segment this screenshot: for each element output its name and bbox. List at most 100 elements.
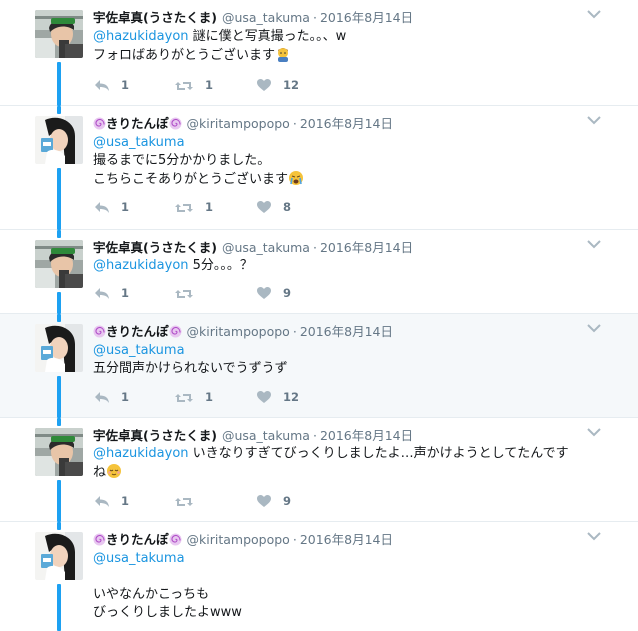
retweet-icon[interactable] bbox=[174, 77, 194, 93]
chevron-down-icon[interactable] bbox=[586, 530, 602, 542]
swirl-icon bbox=[168, 117, 182, 130]
thread-connector-line bbox=[57, 522, 61, 530]
user-handle[interactable]: @kiritampopopo bbox=[187, 116, 290, 131]
tweet[interactable]: きりたんぽ @kiritampopopo · 2016年8月14日 @usa_taku… bbox=[0, 106, 638, 230]
tweet-date[interactable]: 2016年8月14日 bbox=[300, 532, 393, 547]
reply-count: 1 bbox=[121, 286, 130, 300]
tweet-text: @hazukidayon いきなりすぎてびっくりしましたよ…声かけようとしてたん… bbox=[93, 445, 613, 482]
user-name[interactable]: きりたんぽ bbox=[106, 532, 169, 547]
tweet-date[interactable]: 2016年8月14日 bbox=[320, 428, 413, 443]
thread-connector-line bbox=[57, 480, 61, 522]
avatar[interactable] bbox=[35, 428, 83, 476]
like-button[interactable]: 12 bbox=[256, 389, 299, 405]
avatar[interactable] bbox=[35, 532, 83, 580]
mention-link[interactable]: @usa_takuma bbox=[93, 551, 185, 566]
user-handle[interactable]: @usa_takuma bbox=[222, 10, 310, 25]
separator-dot: · bbox=[292, 324, 297, 339]
tweet[interactable]: 宇佐卓真(うさたくま) @usa_takuma · 2016年8月14日 @hazuk… bbox=[0, 230, 638, 314]
swirl-icon bbox=[168, 325, 182, 338]
mention-link[interactable]: @hazukidayon bbox=[93, 446, 189, 461]
avatar[interactable] bbox=[35, 324, 83, 372]
reply-icon[interactable] bbox=[93, 199, 110, 215]
chevron-down-icon[interactable] bbox=[586, 322, 602, 334]
reply-icon[interactable] bbox=[93, 389, 110, 405]
user-handle[interactable]: @usa_takuma bbox=[222, 240, 310, 255]
heart-icon[interactable] bbox=[256, 493, 272, 509]
mention-link[interactable]: @usa_takuma bbox=[93, 135, 185, 150]
user-name[interactable]: きりたんぽ bbox=[106, 324, 169, 339]
chevron-down-icon[interactable] bbox=[586, 114, 602, 126]
user-handle[interactable]: @kiritampopopo bbox=[187, 324, 290, 339]
tweet-date[interactable]: 2016年8月14日 bbox=[300, 324, 393, 339]
retweet-icon[interactable] bbox=[174, 199, 194, 215]
reply-button[interactable]: 1 bbox=[93, 285, 129, 301]
tweet-header: きりたんぽ @kiritampopopo · 2016年8月14日 bbox=[93, 531, 393, 548]
tweet-text-segment: いきなりすぎてびっくりしましたよ…声かけようとしてたんです bbox=[188, 446, 569, 461]
tweet-text-segment: 5分。。。？ bbox=[188, 258, 253, 273]
retweet-button[interactable]: 1 bbox=[174, 199, 213, 215]
reply-button[interactable]: 1 bbox=[93, 77, 129, 93]
reply-icon[interactable] bbox=[93, 285, 110, 301]
heart-icon[interactable] bbox=[256, 389, 272, 405]
tweet-date[interactable]: 2016年8月14日 bbox=[320, 240, 413, 255]
user-handle[interactable]: @kiritampopopo bbox=[187, 532, 290, 547]
tweet-text-line: 五分間声かけられないでうずうず bbox=[93, 361, 288, 376]
avatar[interactable] bbox=[35, 240, 83, 288]
like-button[interactable]: 12 bbox=[256, 77, 299, 93]
thread-connector-line bbox=[57, 418, 61, 426]
retweet-icon[interactable] bbox=[174, 285, 194, 301]
retweet-button[interactable] bbox=[174, 285, 205, 301]
tweet[interactable]: 宇佐卓真(うさたくま) @usa_takuma · 2016年8月14日 @hazuk… bbox=[0, 0, 638, 106]
heart-icon[interactable] bbox=[256, 285, 272, 301]
mention-link[interactable]: @hazukidayon bbox=[93, 29, 189, 44]
user-name[interactable]: 宇佐卓真(うさたくま) bbox=[93, 428, 217, 443]
reply-button[interactable]: 1 bbox=[93, 199, 129, 215]
retweet-icon[interactable] bbox=[174, 389, 194, 405]
tweet-text: @hazukidayon 5分。。。？ bbox=[93, 257, 613, 275]
user-name[interactable]: 宇佐卓真(うさたくま) bbox=[93, 240, 217, 255]
tweet[interactable]: きりたんぽ @kiritampopopo · 2016年8月14日 @usa_taku… bbox=[0, 522, 638, 631]
heart-icon[interactable] bbox=[256, 77, 272, 93]
chevron-down-icon[interactable] bbox=[586, 426, 602, 438]
tweet-date[interactable]: 2016年8月14日 bbox=[300, 116, 393, 131]
tweet-header: 宇佐卓真(うさたくま) @usa_takuma · 2016年8月14日 bbox=[93, 427, 413, 444]
conversation-thread: 宇佐卓真(うさたくま) @usa_takuma · 2016年8月14日 @hazuk… bbox=[0, 0, 638, 631]
retweet-button[interactable] bbox=[174, 493, 205, 509]
tweet-text-segment: 謎に僕と写真撮った。。、w bbox=[188, 29, 347, 44]
tweet-header: 宇佐卓真(うさたくま) @usa_takuma · 2016年8月14日 bbox=[93, 9, 413, 26]
tweet[interactable]: 宇佐卓真(うさたくま) @usa_takuma · 2016年8月14日 @hazuk… bbox=[0, 418, 638, 522]
tweet-header: きりたんぽ @kiritampopopo · 2016年8月14日 bbox=[93, 323, 393, 340]
reply-button[interactable]: 1 bbox=[93, 389, 129, 405]
relieved-face-emoji bbox=[106, 463, 122, 479]
user-handle[interactable]: @usa_takuma bbox=[222, 428, 310, 443]
reply-count: 1 bbox=[121, 390, 130, 404]
mention-link[interactable]: @usa_takuma bbox=[93, 343, 185, 358]
user-name[interactable]: 宇佐卓真(うさたくま) bbox=[93, 10, 217, 25]
avatar[interactable] bbox=[35, 10, 83, 58]
tweet-text: @usa_takuma いやなんかこっちも びっくりしましたよwww bbox=[93, 550, 613, 622]
like-button[interactable]: 8 bbox=[256, 199, 291, 215]
reply-icon[interactable] bbox=[93, 493, 110, 509]
retweet-button[interactable]: 1 bbox=[174, 77, 213, 93]
tweet[interactable]: きりたんぽ @kiritampopopo · 2016年8月14日 @usa_taku… bbox=[0, 314, 638, 418]
mention-link[interactable]: @hazukidayon bbox=[93, 258, 189, 273]
retweet-button[interactable]: 1 bbox=[174, 389, 213, 405]
reply-icon[interactable] bbox=[93, 77, 110, 93]
separator-dot: · bbox=[312, 240, 317, 255]
like-button[interactable]: 9 bbox=[256, 493, 291, 509]
thread-connector-line bbox=[57, 292, 61, 314]
like-count: 9 bbox=[283, 286, 292, 300]
swirl-icon bbox=[168, 533, 182, 546]
user-name[interactable]: きりたんぽ bbox=[106, 116, 169, 131]
reply-button[interactable]: 1 bbox=[93, 493, 129, 509]
tweet-date[interactable]: 2016年8月14日 bbox=[320, 10, 413, 25]
tweet-text: @usa_takuma 五分間声かけられないでうずうず bbox=[93, 342, 613, 378]
like-button[interactable]: 9 bbox=[256, 285, 291, 301]
tweet-text-line: びっくりしましたよwww bbox=[93, 605, 242, 620]
chevron-down-icon[interactable] bbox=[586, 8, 602, 20]
avatar[interactable] bbox=[35, 116, 83, 164]
chevron-down-icon[interactable] bbox=[586, 238, 602, 250]
heart-icon[interactable] bbox=[256, 199, 272, 215]
retweet-icon[interactable] bbox=[174, 493, 194, 509]
separator-dot: · bbox=[292, 116, 297, 131]
